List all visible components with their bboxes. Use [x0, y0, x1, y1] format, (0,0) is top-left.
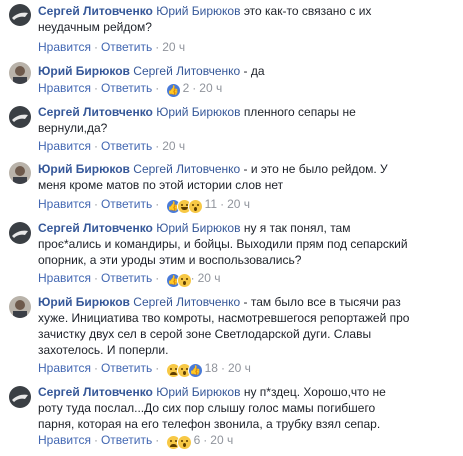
reply-link[interactable]: Ответить	[101, 197, 152, 211]
reactions[interactable]	[165, 435, 192, 450]
wow-reaction-icon	[176, 435, 192, 450]
comment-mention[interactable]: Юрий Бирюков	[156, 385, 240, 399]
like-link[interactable]: Нравится	[38, 433, 91, 447]
comment-mention[interactable]: Сергей Литовченко	[133, 295, 240, 309]
comment-body: Сергей Литовченко Юрий Бирюков ну п*здец…	[38, 384, 410, 432]
comment-mention[interactable]: Сергей Литовченко	[133, 162, 240, 176]
comment-body: Сергей Литовченко Юрий Бирюков ну я так …	[38, 220, 410, 268]
comment-body: Сергей Литовченко Юрий Бирюков это как-т…	[38, 3, 410, 35]
comment-mention[interactable]: Юрий Бирюков	[156, 105, 240, 119]
comment-author[interactable]: Юрий Бирюков	[38, 295, 130, 309]
comment-body: Юрий Бирюков Сергей Литовченко - и это н…	[38, 161, 410, 193]
reactions[interactable]: 👍	[165, 83, 181, 98]
like-link[interactable]: Нравится	[38, 139, 91, 153]
avatar[interactable]	[9, 106, 31, 128]
comment-actions: Нравится · Ответить · 6 · 20 ч	[38, 432, 233, 450]
reactions[interactable]: 👍	[165, 273, 192, 288]
comment-time[interactable]: 20 ч	[228, 361, 251, 375]
comment-mention[interactable]: Юрий Бирюков	[156, 4, 240, 18]
reactions[interactable]: 👍	[165, 199, 203, 214]
comment-author[interactable]: Сергей Литовченко	[38, 4, 153, 18]
reply-link[interactable]: Ответить	[101, 139, 152, 153]
reaction-count[interactable]: 18	[205, 361, 218, 375]
comment-author[interactable]: Сергей Литовченко	[38, 105, 153, 119]
like-link[interactable]: Нравится	[38, 81, 91, 95]
wow-reaction-icon	[176, 273, 192, 288]
comment-text: - да	[243, 64, 265, 78]
comment-mention[interactable]: Юрий Бирюков	[156, 221, 240, 235]
comment-time[interactable]: 20 ч	[199, 81, 222, 95]
reply-link[interactable]: Ответить	[101, 81, 152, 95]
comment-time[interactable]: 20 ч	[162, 139, 185, 153]
comment-body: Юрий Бирюков Сергей Литовченко - да	[38, 63, 410, 79]
comment-actions: Нравится · Ответить · 👍 2 · 20 ч	[38, 80, 222, 98]
reply-link[interactable]: Ответить	[101, 271, 152, 285]
like-reaction-icon: 👍	[165, 83, 181, 98]
reply-link[interactable]: Ответить	[101, 433, 152, 447]
comment-actions: Нравится · Ответить · 20 ч	[38, 40, 186, 54]
like-link[interactable]: Нравится	[38, 197, 91, 211]
comment-actions: Нравится · Ответить · 👍 18 · 20 ч	[38, 360, 251, 378]
avatar[interactable]	[9, 62, 31, 84]
like-link[interactable]: Нравится	[38, 271, 91, 285]
comment-time[interactable]: 20 ч	[162, 40, 185, 54]
like-link[interactable]: Нравится	[38, 361, 91, 375]
avatar[interactable]	[9, 222, 31, 244]
reaction-count[interactable]: 11	[205, 197, 217, 211]
reply-link[interactable]: Ответить	[101, 361, 152, 375]
avatar[interactable]	[9, 4, 31, 26]
like-link[interactable]: Нравится	[38, 40, 91, 54]
comment-author[interactable]: Юрий Бирюков	[38, 64, 130, 78]
avatar[interactable]	[9, 386, 31, 408]
comment-time[interactable]: 20 ч	[210, 433, 233, 447]
comment-actions: Нравится · Ответить · 20 ч	[38, 139, 186, 153]
comment-mention[interactable]: Сергей Литовченко	[133, 64, 240, 78]
comment-actions: Нравится · Ответить · 👍 11 · 20 ч	[38, 196, 250, 214]
avatar[interactable]	[9, 162, 31, 184]
comment-time[interactable]: 20 ч	[227, 197, 250, 211]
avatar[interactable]	[9, 296, 31, 318]
comment-body: Сергей Литовченко Юрий Бирюков пленного …	[38, 104, 410, 136]
comment-author[interactable]: Сергей Литовченко	[38, 221, 153, 235]
comment-body: Юрий Бирюков Сергей Литовченко - там был…	[38, 294, 410, 358]
comment-author[interactable]: Сергей Литовченко	[38, 385, 153, 399]
comment-time[interactable]: 20 ч	[198, 271, 221, 285]
like-reaction-icon: 👍	[187, 363, 203, 378]
reply-link[interactable]: Ответить	[101, 40, 152, 54]
comment-author[interactable]: Юрий Бирюков	[38, 162, 130, 176]
comment-actions: Нравится · Ответить · 👍 · 20 ч	[38, 270, 221, 288]
reactions[interactable]: 👍	[165, 363, 203, 378]
wow-reaction-icon	[187, 199, 203, 214]
